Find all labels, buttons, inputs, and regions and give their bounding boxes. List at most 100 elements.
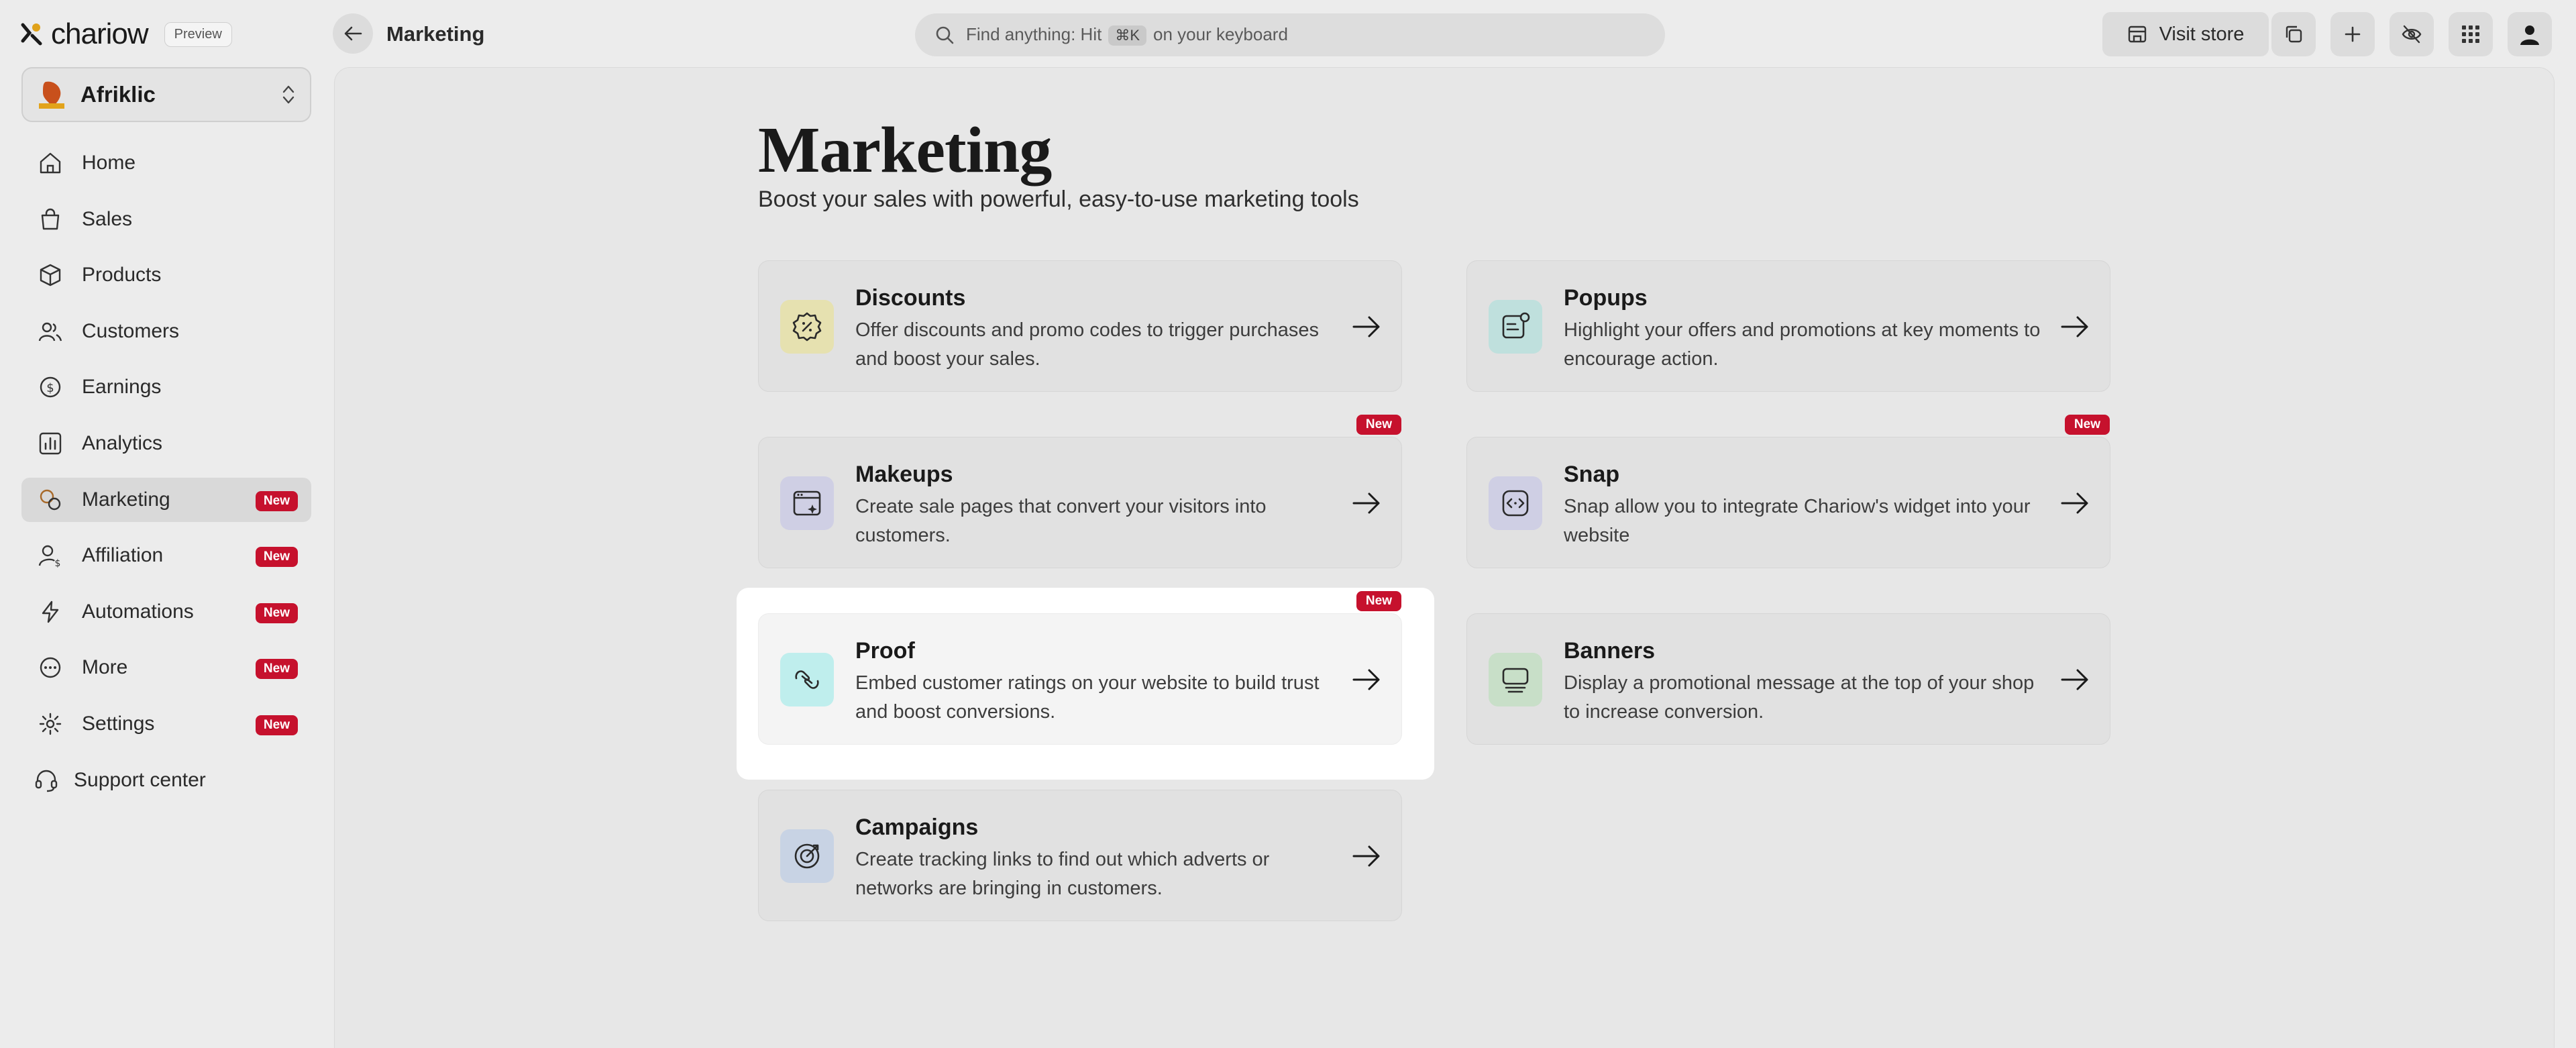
store-logo-icon: [39, 81, 64, 109]
card-discounts[interactable]: Discounts Offer discounts and promo code…: [758, 260, 1402, 392]
sidebar-item-label: Support center: [74, 768, 206, 791]
sidebar-item-analytics[interactable]: Analytics: [21, 421, 311, 466]
arrow-right-icon: [1352, 316, 1380, 337]
card-snap[interactable]: New Snap Snap allow you to integrate Cha…: [1466, 415, 2110, 568]
sidebar-item-settings[interactable]: Settings New: [21, 702, 311, 746]
arrow-right-icon: [1352, 669, 1380, 690]
popup-message-icon: [1489, 300, 1542, 354]
user-dollar-icon: $: [38, 543, 63, 568]
card-banners[interactable]: Banners Display a promotional message at…: [1466, 613, 2110, 745]
account-button[interactable]: [2508, 12, 2552, 56]
svg-text:$: $: [55, 558, 61, 568]
banner-icon: [1489, 653, 1542, 706]
store-selector[interactable]: Afriklic: [21, 67, 311, 122]
sidebar-item-label: Products: [82, 264, 162, 286]
logo[interactable]: chariow Preview: [20, 17, 232, 51]
apps-button[interactable]: [2449, 12, 2493, 56]
sidebar-item-affiliation[interactable]: $ Affiliation New: [21, 533, 311, 578]
sidebar-item-support-center[interactable]: Support center: [21, 758, 311, 802]
sidebar-item-home[interactable]: Home: [21, 141, 311, 185]
card-title: Banners: [1564, 638, 1656, 664]
browser-sparkle-icon: [780, 476, 834, 530]
arrow-left-icon: [344, 26, 362, 41]
card-makeups[interactable]: New Makeups Create sale pages that conve…: [758, 415, 1402, 568]
page-subtitle: Boost your sales with powerful, easy-to-…: [758, 187, 1359, 212]
new-badge: New: [255, 715, 298, 735]
search-icon: [936, 26, 954, 44]
hide-preview-button[interactable]: [2390, 12, 2434, 56]
users-icon: [38, 319, 63, 344]
sidebar-item-earnings[interactable]: $ Earnings: [21, 365, 311, 409]
card-title: Campaigns: [855, 815, 979, 840]
sidebar-item-label: Marketing: [82, 488, 170, 511]
app-root: chariow Preview Marketing Find anything:…: [0, 0, 2576, 1048]
main-content-panel: [334, 67, 2555, 1048]
card-description: Embed customer ratings on your website t…: [855, 672, 1320, 723]
home-icon: [38, 150, 63, 176]
card-title: Snap: [1564, 462, 1620, 487]
handshake-icon: [780, 653, 834, 706]
sidebar-item-label: Automations: [82, 600, 194, 623]
sidebar-item-label: Home: [82, 152, 136, 174]
card-title: Proof: [855, 638, 915, 664]
card-campaigns[interactable]: Campaigns Create tracking links to find …: [758, 790, 1402, 921]
arrow-right-icon: [2061, 316, 2088, 337]
storefront-icon: [2128, 25, 2146, 43]
sidebar-item-automations[interactable]: Automations New: [21, 590, 311, 634]
add-button[interactable]: [2330, 12, 2375, 56]
card-proof[interactable]: New Proof Embed customer ratings on your…: [758, 591, 1402, 745]
shortcut-key: ⌘K: [1108, 25, 1147, 46]
new-badge: New: [2064, 415, 2110, 435]
preview-badge: Preview: [164, 21, 232, 47]
card-popups[interactable]: Popups Highlight your offers and promoti…: [1466, 260, 2110, 392]
card-description: Create sale pages that convert your visi…: [855, 496, 1267, 546]
badge-percent-icon: [780, 300, 834, 354]
new-badge: New: [255, 490, 298, 511]
sidebar-item-sales[interactable]: Sales: [21, 197, 311, 242]
grid-apps-icon: [2462, 25, 2479, 43]
new-badge: New: [1356, 415, 1401, 435]
arrow-right-icon: [2061, 669, 2088, 690]
coins-icon: $: [38, 374, 63, 400]
sidebar-item-customers[interactable]: Customers: [21, 309, 311, 354]
sidebar-item-marketing[interactable]: Marketing New: [21, 477, 311, 522]
page-title: Marketing: [758, 114, 1052, 187]
logo-text: chariow: [51, 17, 149, 50]
new-badge: New: [255, 547, 298, 568]
page-breadcrumb: Marketing: [386, 22, 485, 46]
eye-off-icon: [2402, 25, 2422, 44]
sidebar-item-label: Analytics: [82, 431, 163, 454]
arrow-right-icon: [1352, 492, 1380, 514]
sidebar-item-label: Earnings: [82, 376, 162, 399]
bolt-icon: [38, 599, 63, 625]
sidebar-nav: Home Sales Products Customers $ Earnings…: [21, 141, 311, 814]
bar-chart-icon: [38, 431, 63, 456]
copy-button[interactable]: [2271, 12, 2316, 56]
sidebar-item-label: Settings: [82, 712, 155, 735]
shopping-bag-icon: [38, 207, 63, 232]
sidebar-item-products[interactable]: Products: [21, 253, 311, 297]
card-description: Snap allow you to integrate Chariow's wi…: [1564, 496, 2031, 546]
megaphone-icon: [38, 487, 63, 513]
sidebar-item-label: More: [82, 656, 128, 679]
sidebar-item-label: Customers: [82, 319, 180, 342]
store-name: Afriklic: [80, 82, 156, 107]
code-widget-icon: [1489, 476, 1542, 530]
new-badge: New: [1356, 591, 1401, 611]
circle-dots-icon: [38, 655, 63, 680]
svg-text:$: $: [46, 381, 54, 395]
back-button[interactable]: [333, 13, 373, 54]
card-description: Display a promotional message at the top…: [1564, 672, 2035, 723]
arrow-right-icon: [2061, 492, 2088, 514]
copy-icon: [2286, 25, 2302, 43]
sidebar-item-label: Affiliation: [82, 544, 164, 567]
visit-store-button[interactable]: Visit store: [2102, 12, 2269, 56]
new-badge: New: [255, 659, 298, 680]
global-search[interactable]: Find anything: Hit ⌘K on your keyboard: [915, 13, 1665, 56]
chariow-logo-icon: [21, 23, 42, 46]
sidebar-item-more[interactable]: More New: [21, 645, 311, 690]
card-title: Discounts: [855, 285, 966, 311]
plus-icon: [2345, 26, 2361, 42]
user-avatar-icon: [2520, 25, 2539, 45]
new-badge: New: [255, 602, 298, 623]
